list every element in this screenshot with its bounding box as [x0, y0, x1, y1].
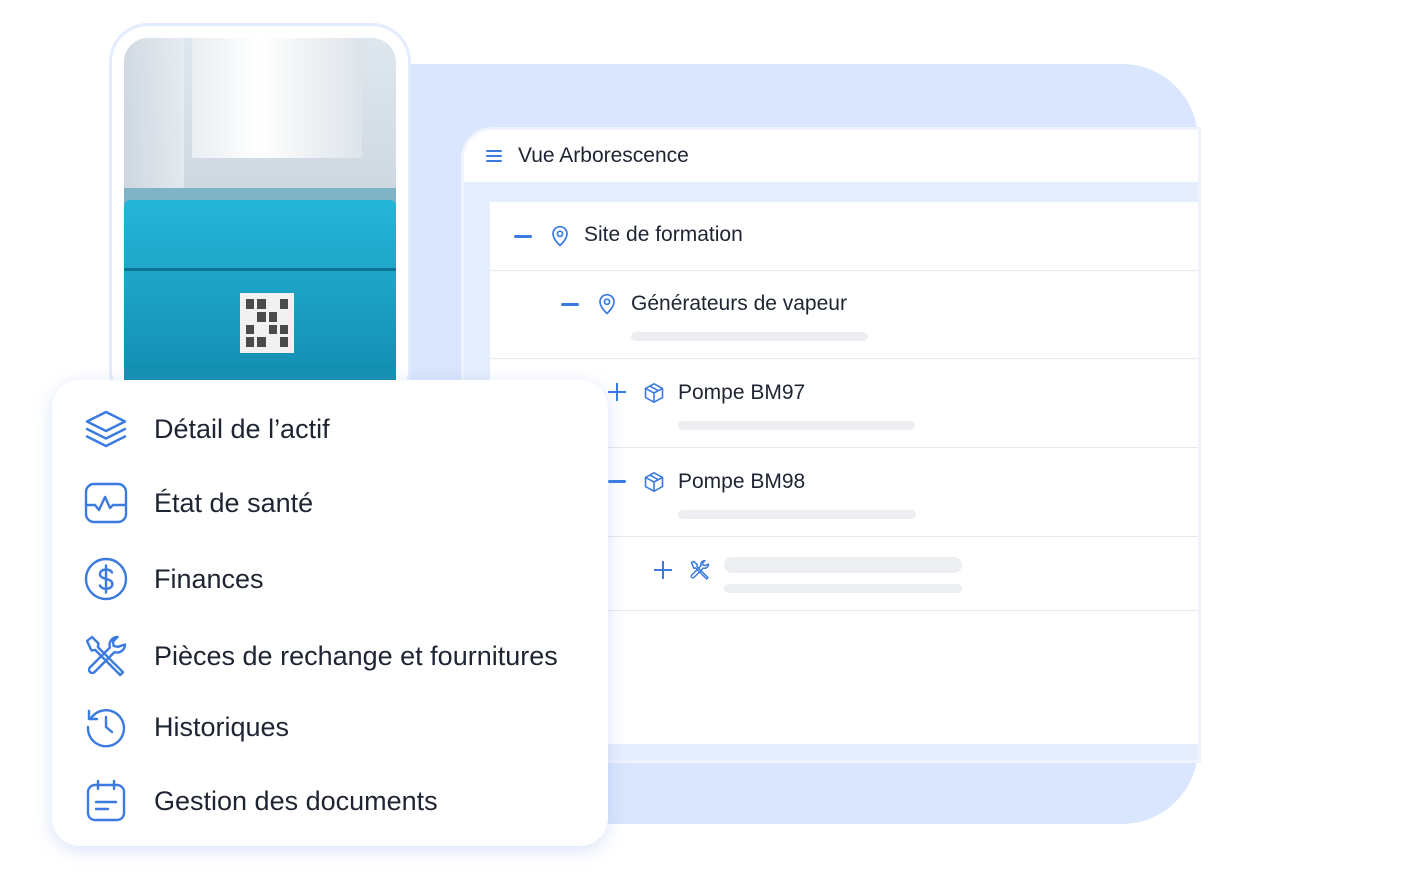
tools-icon: [85, 635, 127, 677]
tree-node-label: Pompe BM97: [678, 381, 806, 404]
expand-toggle[interactable]: [654, 561, 672, 579]
asset-photo-frame: [112, 26, 408, 406]
menu-item-label: Historiques: [154, 711, 290, 742]
tree-view-title: Vue Arborescence: [518, 144, 689, 167]
menu-item-label: Détail de l’actif: [154, 413, 330, 444]
menu-item-label: Pièces de rechange et fournitures: [154, 640, 558, 671]
placeholder-bar: [724, 584, 962, 593]
location-pin-icon: [599, 293, 615, 315]
menu-item-label: Gestion des documents: [154, 785, 438, 816]
asset-menu-card: Détail de l’actif État de santé Finances…: [52, 380, 608, 846]
menu-item-etat-de-sante[interactable]: État de santé: [52, 473, 608, 533]
dollar-circle-icon: [84, 557, 128, 601]
expand-toggle[interactable]: [608, 383, 626, 401]
asset-photo: [124, 38, 396, 398]
tree-node-label: Site de formation: [584, 223, 743, 246]
menu-item-label: Finances: [154, 563, 264, 594]
menu-item-finances[interactable]: Finances: [52, 549, 608, 609]
menu-item-detail-actif[interactable]: Détail de l’actif: [52, 399, 608, 459]
collapse-toggle[interactable]: [608, 472, 626, 490]
menu-item-label: État de santé: [154, 487, 314, 518]
collapse-toggle[interactable]: [514, 227, 532, 245]
tree-node-site-de-formation[interactable]: Site de formation: [490, 202, 1198, 271]
document-calendar-icon: [86, 779, 126, 822]
placeholder-bar: [678, 510, 916, 519]
location-pin-icon: [552, 225, 568, 247]
tree-node-label: Générateurs de vapeur: [631, 292, 847, 315]
box-icon: [644, 383, 664, 403]
menu-item-gestion-documents[interactable]: Gestion des documents: [52, 771, 608, 831]
qr-code-sticker: [240, 293, 294, 353]
menu-item-pieces-de-rechange[interactable]: Pièces de rechange et fournitures: [52, 626, 608, 686]
layers-icon: [85, 410, 127, 448]
tree-node-label: Pompe BM98: [678, 470, 806, 493]
tree-node-generateurs-de-vapeur[interactable]: Générateurs de vapeur: [490, 270, 1198, 359]
health-pulse-icon: [84, 482, 128, 524]
history-icon: [86, 709, 126, 748]
tools-icon: [690, 559, 710, 580]
tree-view-header: Vue Arborescence: [464, 130, 1198, 182]
menu-icon[interactable]: [486, 150, 502, 162]
collapse-toggle[interactable]: [561, 295, 579, 313]
placeholder-bar: [678, 421, 915, 430]
placeholder-bar: [724, 557, 962, 573]
box-icon: [644, 472, 664, 492]
menu-item-historiques[interactable]: Historiques: [52, 697, 608, 757]
placeholder-bar: [631, 332, 868, 341]
